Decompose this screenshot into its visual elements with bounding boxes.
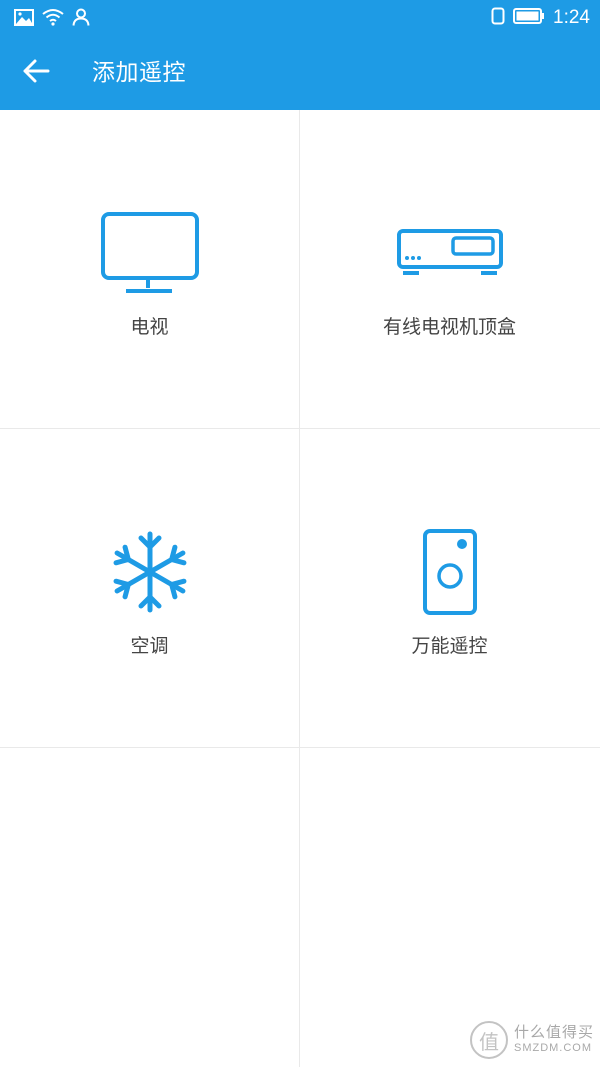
device-item-tv[interactable]: 电视 <box>0 110 299 428</box>
arrow-left-icon <box>22 58 50 88</box>
user-icon <box>72 8 90 30</box>
status-time: 1:24 <box>553 7 590 28</box>
device-grid: 电视 有线电视机顶盒 空调 万能遥控 <box>0 110 600 1067</box>
back-button[interactable] <box>16 53 56 93</box>
snowflake-icon <box>108 530 192 618</box>
status-right: 1:24 <box>491 6 590 30</box>
device-item-universal-remote[interactable]: 万能遥控 <box>300 429 599 747</box>
image-icon <box>14 8 34 30</box>
device-item-set-top-box[interactable]: 有线电视机顶盒 <box>300 110 599 428</box>
device-label: 空调 <box>130 635 169 657</box>
watermark-text: 什么值得买 SMZDM.COM <box>514 1024 594 1056</box>
watermark-text-en: SMZDM.COM <box>513 1042 593 1054</box>
device-label: 万能遥控 <box>411 635 488 657</box>
watermark-text-cn: 什么值得买 <box>513 1023 594 1041</box>
device-item-air-conditioner[interactable]: 空调 <box>0 429 299 747</box>
watermark: 值 什么值得买 SMZDM.COM <box>469 1021 594 1059</box>
empty-cell <box>300 748 599 1066</box>
status-bar: 1:24 <box>0 0 600 36</box>
wifi-icon <box>42 8 64 30</box>
empty-cell <box>0 748 299 1066</box>
set-top-box-icon <box>395 227 505 283</box>
status-left-icons <box>14 8 90 30</box>
device-label: 电视 <box>130 316 169 338</box>
page-title: 添加遥控 <box>92 60 186 86</box>
tv-icon <box>100 211 200 299</box>
sim-icon <box>491 7 505 29</box>
universal-remote-icon <box>420 528 480 620</box>
battery-icon <box>513 7 545 29</box>
app-bar: 添加遥控 <box>0 36 600 110</box>
watermark-logo: 值 <box>469 1021 508 1059</box>
device-label: 有线电视机顶盒 <box>382 316 516 338</box>
